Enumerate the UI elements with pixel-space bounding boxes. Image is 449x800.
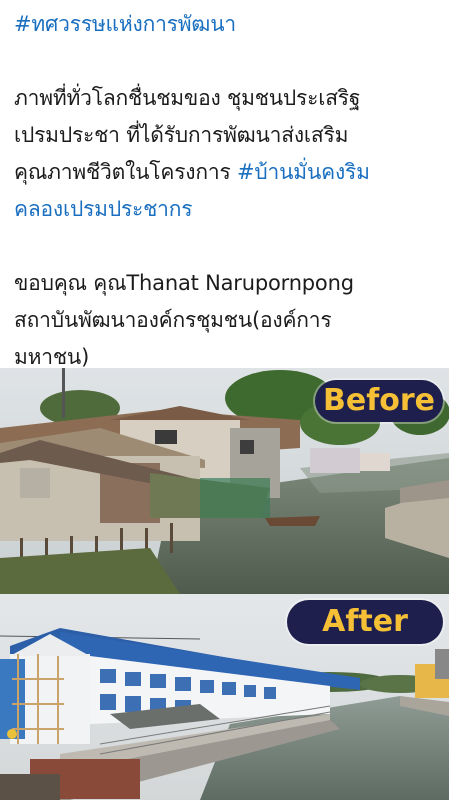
post-line-text: คุณภาพชีวิตในโครงการ: [14, 160, 238, 184]
hashtag-link-continued[interactable]: คลองเปรมประชากร: [14, 197, 193, 221]
hashtag-link[interactable]: #บ้านมั่นคงริม: [237, 160, 370, 184]
post-line: เปรมประชา ที่ได้รับการพัฒนาส่งเสริม: [14, 123, 349, 147]
before-photo[interactable]: Before: [0, 368, 449, 594]
hashtag-link[interactable]: #ทศวรรษแห่งการพัฒนา: [14, 12, 236, 36]
post-line: ภาพที่ทั่วโลกชื่นชมของ ชุมชนประเสริฐ: [14, 86, 361, 110]
after-photo[interactable]: After: [0, 594, 449, 800]
before-label: Before: [315, 380, 443, 422]
post-line: สถาบันพัฒนาองค์กรชุมชน(องค์การ: [14, 308, 332, 332]
post-text: #ทศวรรษแห่งการพัฒนา ภาพที่ทั่วโลกชื่นชมข…: [14, 6, 444, 376]
after-label: After: [287, 600, 443, 644]
post-line: คุณภาพชีวิตในโครงการ #บ้านมั่นคงริม: [14, 154, 444, 191]
post-line: ขอบคุณ คุณThanat Narupornpong: [14, 271, 354, 295]
